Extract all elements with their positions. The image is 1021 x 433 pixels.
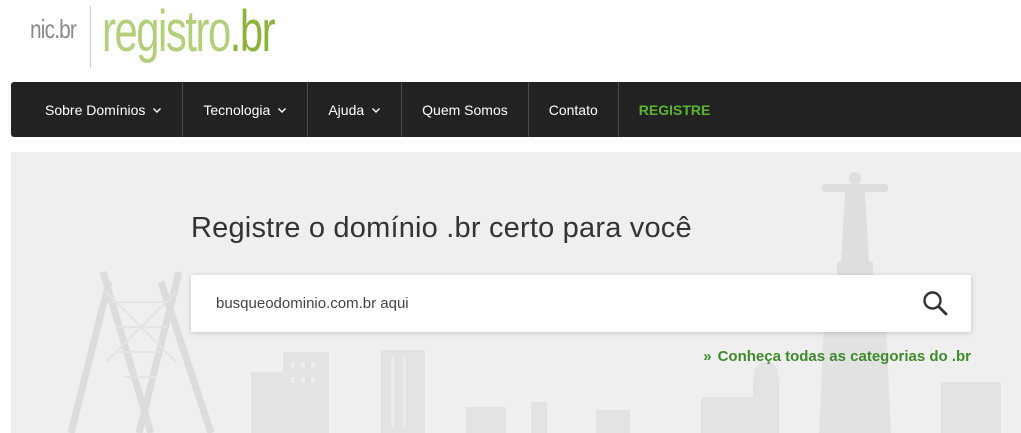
nav-item-quem-somos[interactable]: Quem Somos bbox=[402, 82, 529, 137]
nic-br-logo-text: nic.br bbox=[30, 14, 77, 44]
main-nav: Sobre Domínios Tecnologia Ajuda Quem Som… bbox=[11, 82, 1021, 137]
nav-item-sobre-dominios[interactable]: Sobre Domínios bbox=[11, 82, 184, 137]
domain-search-box bbox=[191, 275, 971, 332]
registro-logo-text: registro.br bbox=[102, 0, 276, 65]
registro-tld: .br bbox=[229, 0, 276, 64]
nav-item-registre[interactable]: REGISTRE bbox=[619, 82, 731, 137]
chevron-down-icon bbox=[278, 107, 287, 113]
all-categories-label: Conheça todas as categorias do .br bbox=[717, 348, 971, 365]
nav-item-tecnologia[interactable]: Tecnologia bbox=[183, 82, 309, 137]
domain-search-input[interactable] bbox=[191, 275, 891, 332]
nav-item-label: REGISTRE bbox=[638, 101, 711, 118]
nav-item-label: Sobre Domínios bbox=[45, 101, 146, 118]
chevron-down-icon bbox=[153, 107, 162, 113]
registro-word: registro bbox=[102, 0, 231, 64]
nav-item-label: Ajuda bbox=[328, 101, 365, 118]
nav-item-label: Contato bbox=[548, 101, 598, 118]
registro-br-logo[interactable]: nic.br registro.br bbox=[30, 0, 300, 70]
nav-item-label: Quem Somos bbox=[422, 101, 508, 118]
logo-divider bbox=[90, 6, 91, 68]
raquo-icon: » bbox=[703, 348, 712, 365]
nav-item-contato[interactable]: Contato bbox=[529, 82, 619, 137]
search-icon[interactable] bbox=[921, 289, 949, 317]
nav-item-label: Tecnologia bbox=[203, 101, 271, 118]
chevron-down-icon bbox=[372, 107, 381, 113]
nav-item-ajuda[interactable]: Ajuda bbox=[308, 82, 403, 137]
hero-title: Registre o domínio .br certo para você bbox=[191, 212, 692, 244]
all-categories-link[interactable]: » Conheça todas as categorias do .br bbox=[703, 348, 971, 365]
